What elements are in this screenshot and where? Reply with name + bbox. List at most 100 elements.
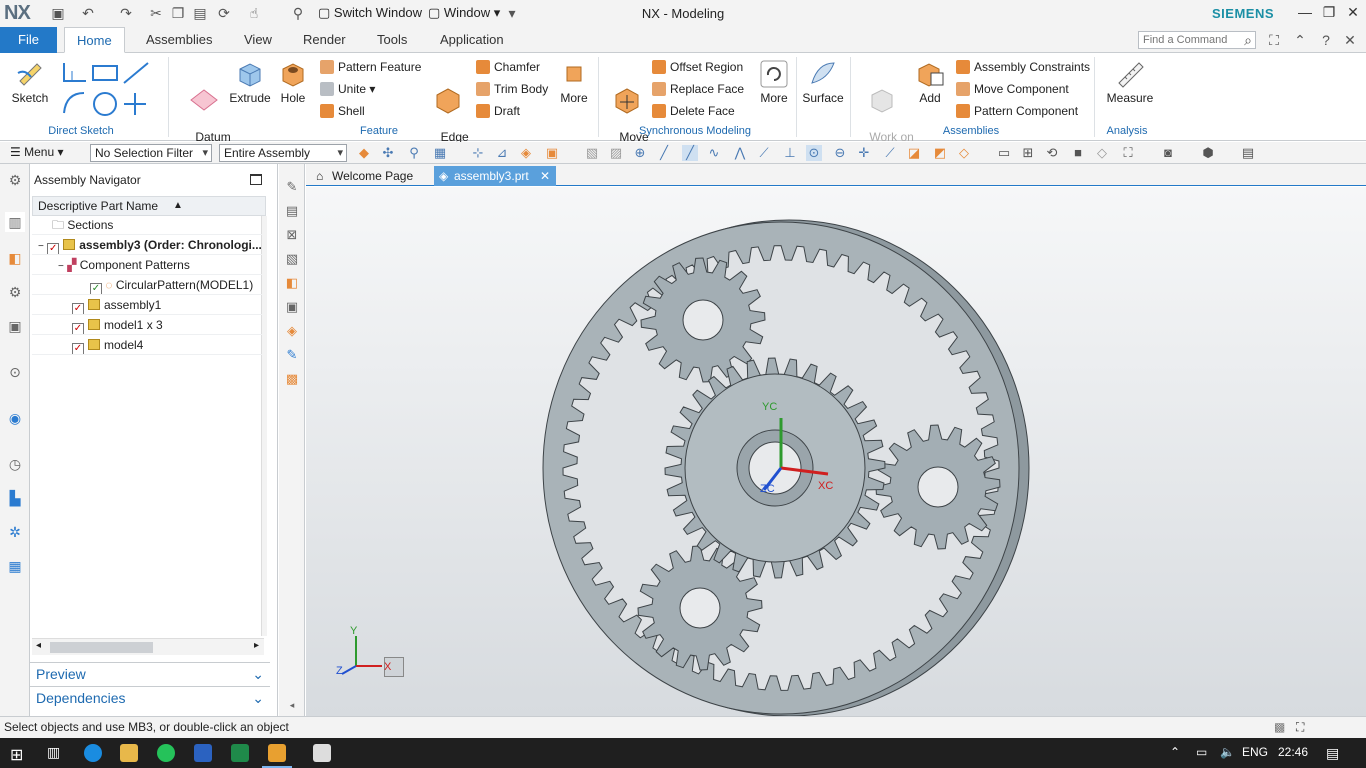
selection-scope-dropdown[interactable]: Entire Assembly xyxy=(219,144,347,162)
close-button[interactable]: ✕ xyxy=(1342,4,1364,22)
delete-face-button[interactable]: Delete Face xyxy=(652,102,735,120)
edge-browser-icon[interactable] xyxy=(84,744,102,762)
snap-quadrant-icon[interactable]: ⟋ xyxy=(756,145,772,161)
body-icon[interactable]: ▧ xyxy=(584,145,600,161)
tree-row-component-patterns[interactable]: − ▞ Component Patterns xyxy=(32,255,262,275)
redo-icon[interactable]: ↷ xyxy=(118,5,134,21)
draft-button[interactable]: Draft xyxy=(476,102,520,120)
save-icon[interactable]: ▣ xyxy=(50,5,66,21)
fullscreen-toggle-icon[interactable]: ⛶ xyxy=(1296,717,1304,737)
collapse-ribbon-icon[interactable]: ⌃ xyxy=(1292,32,1308,48)
windows-start-icon[interactable]: ⊞ xyxy=(10,745,23,765)
paste-icon[interactable]: ▤ xyxy=(192,5,208,21)
visibility-checkbox[interactable]: ✓ xyxy=(72,343,84,354)
view-fit-icon[interactable]: ▭ xyxy=(996,145,1012,161)
window-menu[interactable]: ▢ Window ▾ xyxy=(428,5,500,21)
undo-icon[interactable]: ↶ xyxy=(80,5,96,21)
snap-edge-icon[interactable]: ╱ xyxy=(682,145,698,161)
snap-point-on-curve-icon[interactable]: ⟋ xyxy=(882,145,898,161)
close-part-icon[interactable]: ⊠ xyxy=(283,226,301,244)
settings-icon[interactable]: ⚙ xyxy=(5,170,25,190)
snap-curve-icon[interactable]: ∿ xyxy=(706,145,722,161)
find-command-input[interactable] xyxy=(1138,31,1256,49)
tab-view[interactable]: View xyxy=(232,27,284,53)
offset-region-button[interactable]: Offset Region xyxy=(652,58,743,76)
tree-row-assembly1[interactable]: ✓ assembly1 xyxy=(32,295,262,315)
pattern-component-button[interactable]: Pattern Component xyxy=(956,102,1078,120)
view-rotate-icon[interactable]: ⟲ xyxy=(1044,145,1060,161)
hole-button[interactable]: Hole xyxy=(272,59,314,105)
snap-arc-center-icon[interactable]: ⊙ xyxy=(806,145,822,161)
maximize-panel-icon[interactable] xyxy=(250,174,262,185)
cut-icon[interactable]: ✂ xyxy=(148,5,164,21)
touch-mode-icon[interactable]: ☝ xyxy=(246,5,262,21)
fullscreen-icon[interactable]: ⛶ xyxy=(1266,32,1282,48)
trim-body-button[interactable]: Trim Body xyxy=(476,80,548,98)
snap-midpoint-icon[interactable]: ⋀ xyxy=(732,145,748,161)
hd3d-icon[interactable]: ⊙ xyxy=(5,362,25,382)
tab-assemblies[interactable]: Assemblies xyxy=(134,27,224,53)
sketch-button[interactable]: Sketch xyxy=(8,59,52,105)
measure-button[interactable]: Measure xyxy=(1104,59,1156,105)
palette-icon[interactable]: ▙ xyxy=(5,488,25,508)
pattern-checkbox[interactable]: ✓ xyxy=(90,283,102,294)
dependencies-panel-header[interactable]: Dependencies ⌄ xyxy=(30,686,270,708)
surface-button[interactable]: Surface xyxy=(802,59,844,105)
snap-pole-icon[interactable]: ◇ xyxy=(956,145,972,161)
component-selection-icon[interactable]: ◈ xyxy=(518,145,534,161)
whatsapp-icon[interactable] xyxy=(157,744,175,762)
measure-tool-icon[interactable]: ✎ xyxy=(283,346,301,364)
chamfer-button[interactable]: Chamfer xyxy=(476,58,540,76)
scroll-thumb[interactable] xyxy=(50,642,153,653)
excel-icon[interactable] xyxy=(231,744,249,762)
visibility-checkbox[interactable]: ✓ xyxy=(72,303,84,314)
horizontal-scrollbar[interactable]: ◂ ▸ xyxy=(32,638,264,655)
menu-button[interactable]: ☰ Menu ▾ xyxy=(10,145,63,159)
orient-view-icon[interactable]: ⛶ xyxy=(1120,145,1136,161)
general-selection-icon[interactable]: ▦ xyxy=(432,145,448,161)
extrude-button[interactable]: Extrude xyxy=(228,59,272,105)
visibility-checkbox[interactable]: ✓ xyxy=(47,243,60,254)
view-zoom-icon[interactable]: ⊞ xyxy=(1020,145,1036,161)
roles-icon[interactable]: ▦ xyxy=(5,556,25,576)
tab-render[interactable]: Render xyxy=(291,27,358,53)
assembly-constraints-button[interactable]: Assembly Constraints xyxy=(956,58,1090,76)
language-indicator[interactable]: ENG xyxy=(1242,745,1268,759)
nx-taskbar-icon[interactable] xyxy=(268,744,286,762)
tree-row-model4[interactable]: ✓ model4 xyxy=(32,335,262,355)
column-header-part-name[interactable]: Descriptive Part Name ▲ xyxy=(32,196,266,216)
copy-icon[interactable]: ❐ xyxy=(170,5,186,21)
sync-more-button[interactable]: More xyxy=(756,59,792,105)
constraint-navigator-icon[interactable]: ◧ xyxy=(5,248,25,268)
tab-file[interactable]: File xyxy=(0,27,57,53)
tree-row-circular-pattern[interactable]: ✓ ◌ CircularPattern(MODEL1) xyxy=(32,275,262,295)
face-rule-icon[interactable]: ⊹ xyxy=(470,145,486,161)
tab-application[interactable]: Application xyxy=(428,27,516,53)
save-all-icon[interactable]: ▣ xyxy=(283,298,301,316)
reuse-library-icon[interactable]: ▣ xyxy=(5,316,25,336)
curve-rule-icon[interactable]: ⊿ xyxy=(494,145,510,161)
save-part-icon[interactable]: ▤ xyxy=(283,202,301,220)
snap-line-icon[interactable]: ╱ xyxy=(656,145,672,161)
select-feature-icon[interactable]: ◆ xyxy=(356,145,372,161)
web-browser-icon[interactable]: ◉ xyxy=(5,408,25,428)
snap-bounded-icon[interactable]: ◪ xyxy=(906,145,922,161)
feature-more-button[interactable]: More xyxy=(556,59,592,105)
component-icon[interactable]: ▨ xyxy=(608,145,624,161)
preview-panel-header[interactable]: Preview ⌄ xyxy=(30,662,270,684)
selection-filter-dropdown[interactable]: No Selection Filter xyxy=(90,144,212,162)
wireframe-icon[interactable]: ◇ xyxy=(1094,145,1110,161)
file-explorer-icon[interactable] xyxy=(120,744,138,762)
component-group-icon[interactable]: ▩ xyxy=(283,370,301,388)
add-component-button[interactable]: Add xyxy=(910,59,950,105)
shell-button[interactable]: Shell xyxy=(320,102,365,120)
replace-face-button[interactable]: Replace Face xyxy=(652,80,744,98)
battery-icon[interactable]: ▭ xyxy=(1196,745,1207,759)
switch-window-button[interactable]: ▢ Switch Window xyxy=(318,5,422,21)
help-icon[interactable]: ? xyxy=(1318,32,1334,48)
add-existing-icon[interactable]: ◈ xyxy=(283,322,301,340)
camera-icon[interactable]: ◙ xyxy=(1160,145,1176,161)
snap-center-icon[interactable]: ⊕ xyxy=(632,145,648,161)
tree-row-sections[interactable]: 🗀 Sections xyxy=(32,215,262,235)
task-view-icon[interactable]: ▥ xyxy=(47,744,60,761)
